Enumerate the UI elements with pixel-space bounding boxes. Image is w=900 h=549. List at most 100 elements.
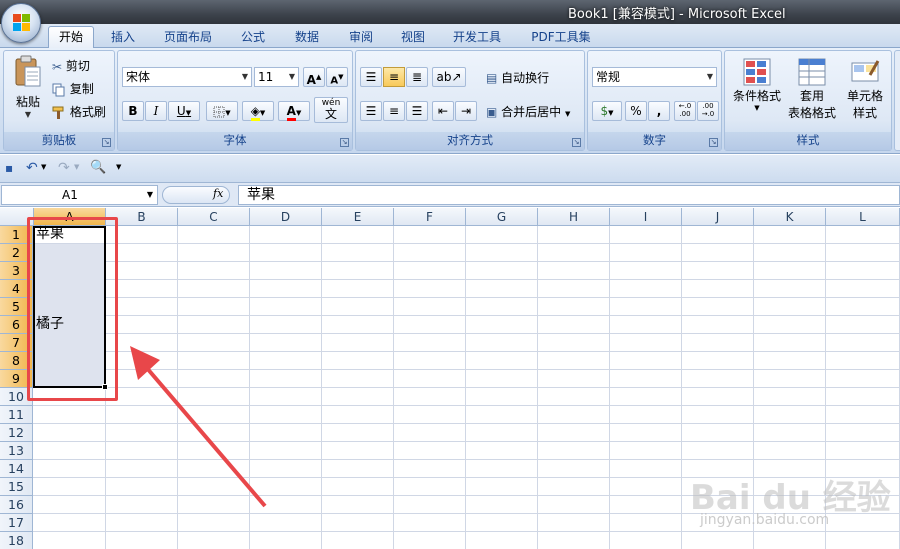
align-middle-icon: ≡ [388,70,400,84]
underline-button[interactable]: U▼ [168,101,200,121]
wrap-text-button[interactable]: ▤ 自动换行 [486,69,549,86]
name-box[interactable]: A1 ▼ [1,185,158,205]
print-preview-icon[interactable]: 🔍 [90,160,106,175]
save-icon[interactable]: ▪ [5,161,13,175]
cell-styles-label-2: 样式 [852,106,877,120]
paste-dropdown-icon[interactable]: ▼ [9,110,47,119]
number-group-label: 数字 [588,132,721,150]
column-header-E[interactable]: E [322,208,394,226]
decrease-decimal-bottom: →.0 [701,110,715,118]
format-table-label-2: 表格格式 [787,106,836,120]
paste-button[interactable]: 粘贴 ▼ [9,55,47,129]
table-style-icon [798,58,826,86]
column-header-I[interactable]: I [610,208,682,226]
number-format-select[interactable]: 常规 ▼ [592,67,717,87]
row-header-15[interactable]: 15 [0,478,33,496]
column-header-F[interactable]: F [394,208,466,226]
align-top-button[interactable]: ☰ [360,67,382,87]
worksheet-grid[interactable]: ABCDEFGHIJKL 1 2 3 4 5 6 7 8 9 10 11 12 13 14 15 16 17 18… [0,208,900,549]
column-header-K[interactable]: K [754,208,826,226]
clipboard-launcher-icon[interactable]: ↘ [102,138,111,147]
undo-icon[interactable]: ↶ [26,160,38,176]
title-bar: Book1 [兼容模式] - Microsoft Excel [0,0,900,24]
cell-styles-label-1: 单元格 [846,89,883,103]
undo-dropdown-icon[interactable]: ▼ [41,163,46,171]
conditional-format-button[interactable]: 条件格式 ▼ [729,57,785,112]
column-header-D[interactable]: D [250,208,322,226]
row-header-18[interactable]: 18 [0,532,33,549]
office-button[interactable] [1,3,41,43]
align-bottom-button[interactable]: ≣ [406,67,428,87]
row-header-14[interactable]: 14 [0,460,33,478]
format-painter-button[interactable]: 格式刷 [52,103,106,120]
borders-button[interactable]: ▼ [206,101,238,121]
format-as-table-button[interactable]: 套用 表格格式 [787,57,837,121]
tab-formulas[interactable]: 公式 [230,27,276,48]
bold-button[interactable]: B [122,101,144,121]
percent-button[interactable]: % [625,101,647,121]
office-logo-icon [13,14,31,32]
decrease-indent-button[interactable]: ⇤ [432,101,454,121]
tab-pdf-tools[interactable]: PDF工具集 [522,27,600,48]
merge-center-button[interactable]: ▣ 合并后居中 ▼ [486,103,570,120]
font-color-button[interactable]: A▼ [278,101,310,121]
align-center-button[interactable]: ≡ [383,101,405,121]
shrink-font-button[interactable]: A▼ [326,67,348,87]
number-launcher-icon[interactable]: ↘ [709,138,718,147]
column-header-L[interactable]: L [826,208,900,226]
tab-home[interactable]: 开始 [48,26,94,49]
align-right-button[interactable]: ☰ [406,101,428,121]
currency-button[interactable]: $▼ [592,101,622,121]
orientation-button[interactable]: ab↗ [432,67,466,87]
chevron-down-icon: ▼ [241,72,248,81]
comma-button[interactable]: , [648,101,670,121]
chevron-down-icon: ▼ [565,110,571,118]
column-header-G[interactable]: G [466,208,538,226]
row-gridline [33,333,900,334]
tab-review[interactable]: 审阅 [338,27,384,48]
decrease-decimal-button[interactable]: .00 →.0 [697,101,719,121]
paintbrush-icon [52,106,64,119]
column-header-C[interactable]: C [178,208,250,226]
fill-color-button[interactable]: ◈▼ [242,101,274,121]
align-middle-button[interactable]: ≡ [383,67,405,87]
row-header-11[interactable]: 11 [0,406,33,424]
row-header-12[interactable]: 12 [0,424,33,442]
column-header-H[interactable]: H [538,208,610,226]
row-header-17[interactable]: 17 [0,514,33,532]
tab-insert[interactable]: 插入 [100,27,146,48]
increase-decimal-button[interactable]: ←.0.00 [674,101,696,121]
align-left-button[interactable]: ☰ [360,101,382,121]
column-header-J[interactable]: J [682,208,754,226]
font-launcher-icon[interactable]: ↘ [340,138,349,147]
name-box-value: A1 [62,188,78,202]
grow-font-button[interactable]: A▲ [303,67,325,87]
tab-page-layout[interactable]: 页面布局 [156,27,220,48]
formula-input[interactable]: 苹果 [238,185,900,205]
phonetic-button[interactable]: wén 文 [314,97,348,123]
customize-toolbar-icon[interactable]: ▼ [116,163,121,171]
paint-bucket-icon: ◈ [250,104,260,121]
alignment-group: ☰ ≡ ≣ ab↗ ▤ 自动换行 ☰ ≡ ☰ ⇤ ⇥ ▣ 合并后居中 ▼ 对齐方… [355,50,585,151]
cell-styles-button[interactable]: 单元格 样式 [839,57,891,121]
decrease-indent-icon: ⇤ [437,104,449,118]
italic-button[interactable]: I [145,101,167,121]
paste-label: 粘贴 [15,95,40,109]
format-table-label-1: 套用 [799,89,824,103]
copy-button[interactable]: 复制 [52,80,94,97]
redo-icon[interactable]: ↷ [58,160,70,176]
increase-indent-button[interactable]: ⇥ [455,101,477,121]
row-header-13[interactable]: 13 [0,442,33,460]
font-name-select[interactable]: 宋体 ▼ [122,67,252,87]
alignment-launcher-icon[interactable]: ↘ [572,138,581,147]
insert-function-icon[interactable]: fx [213,187,223,200]
align-center-icon: ≡ [388,104,400,118]
tab-view[interactable]: 视图 [390,27,436,48]
increase-decimal-bottom: .00 [679,110,691,118]
row-header-16[interactable]: 16 [0,496,33,514]
tab-developer[interactable]: 开发工具 [444,27,510,48]
font-size-select[interactable]: 11 ▼ [254,67,299,87]
cut-button[interactable]: ✂ 剪切 [52,57,90,74]
redo-dropdown-icon[interactable]: ▼ [74,163,79,171]
tab-data[interactable]: 数据 [284,27,330,48]
